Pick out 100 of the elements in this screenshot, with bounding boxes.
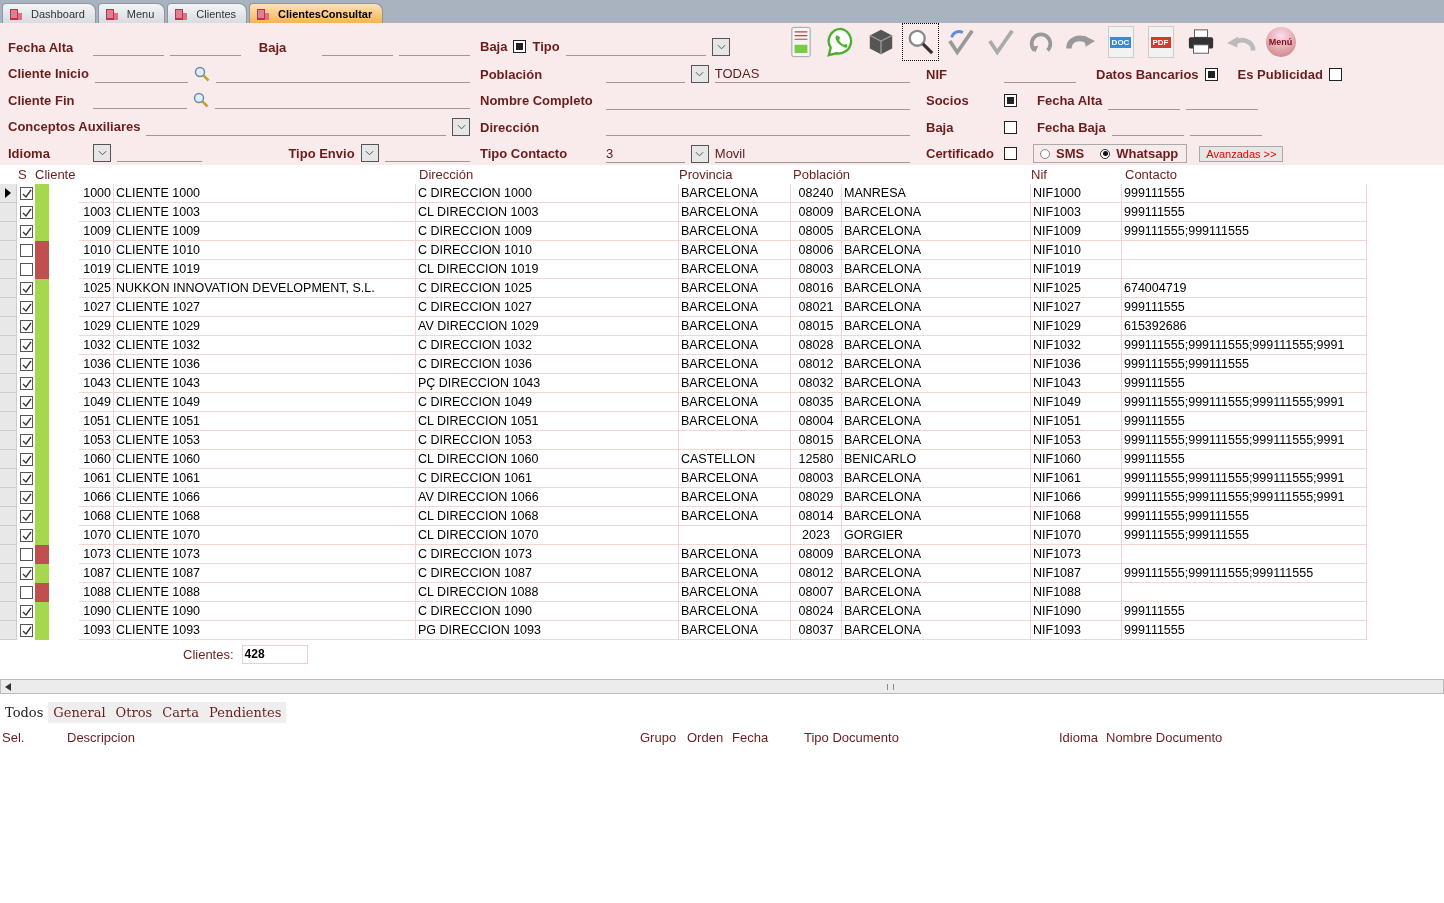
input-field[interactable]: 3	[606, 144, 685, 163]
checkbox[interactable]	[20, 244, 33, 257]
document-tab[interactable]: Menu	[97, 3, 166, 23]
checkbox[interactable]	[20, 320, 33, 333]
column-header[interactable]: Descripcion	[67, 730, 135, 745]
checkbox[interactable]	[20, 301, 33, 314]
column-header[interactable]: Nombre Documento	[1106, 730, 1223, 745]
table-cell: 999111555;999111555;999111555;9991	[1122, 393, 1367, 412]
document-tab[interactable]: Dashboard	[2, 3, 96, 23]
check-icon	[21, 492, 32, 503]
dropdown-button[interactable]	[690, 144, 709, 163]
checkbox[interactable]	[20, 206, 33, 219]
document-tab[interactable]: Clientes	[167, 3, 248, 23]
checkbox[interactable]	[1004, 94, 1017, 108]
table-cell: AV DIRECCION 1029	[416, 317, 679, 336]
checkbox[interactable]	[20, 396, 33, 409]
checkbox[interactable]	[20, 586, 33, 599]
table-cell: 999111555;999111555;999111555;9991	[1122, 431, 1367, 450]
dropdown-button[interactable]	[360, 144, 379, 163]
column-header[interactable]: Sel.	[2, 730, 25, 745]
checkbox[interactable]	[20, 434, 33, 447]
column-header[interactable]: Dirección	[419, 167, 474, 182]
table-cell: 1029	[79, 317, 114, 336]
table-cell: NIF1010	[1031, 241, 1122, 260]
checkbox[interactable]	[1204, 67, 1218, 81]
column-header[interactable]: Orden	[687, 730, 724, 745]
column-header[interactable]: Cliente	[35, 167, 76, 182]
input-field[interactable]: Movil	[714, 144, 910, 163]
table-cell: 08021	[791, 298, 842, 317]
horizontal-scrollbar[interactable]	[0, 679, 1444, 694]
checkbox[interactable]	[20, 529, 33, 542]
input-field[interactable]: TODAS	[714, 65, 910, 84]
check-icon	[21, 188, 32, 199]
checkbox[interactable]	[20, 339, 33, 352]
column-header[interactable]: Grupo	[640, 730, 677, 745]
checkbox[interactable]	[20, 453, 33, 466]
checkbox[interactable]	[20, 358, 33, 371]
filter-tab[interactable]: Otros	[110, 702, 158, 723]
checkbox[interactable]	[20, 415, 33, 428]
table-cell: C DIRECCION 1027	[416, 298, 679, 317]
table-cell: 08029	[791, 488, 842, 507]
table-cell: CLIENTE 1060	[114, 450, 416, 469]
radio-button[interactable]	[1040, 148, 1050, 159]
table-cell: PG DIRECCION 1093	[416, 621, 679, 640]
table-cell: BARCELONA	[679, 621, 791, 640]
checkbox[interactable]	[20, 187, 33, 200]
check-icon	[21, 283, 32, 294]
radio-label[interactable]: SMS	[1056, 146, 1085, 162]
table-cell: NIF1003	[1031, 203, 1122, 222]
checkbox[interactable]	[513, 40, 527, 53]
column-header[interactable]: Población	[793, 167, 851, 182]
table-cell: NIF1073	[1031, 545, 1122, 564]
dropdown-button[interactable]	[452, 117, 470, 136]
table-cell: 1093	[79, 621, 114, 640]
checkbox[interactable]	[20, 377, 33, 390]
table-cell: 1087	[79, 564, 114, 583]
document-tab[interactable]: ClientesConsultar	[249, 3, 384, 23]
table-cell: NIF1088	[1031, 583, 1122, 602]
dropdown-button[interactable]	[690, 65, 709, 84]
filter-tab[interactable]: General	[48, 702, 111, 723]
column-header[interactable]: Tipo Documento	[804, 730, 899, 745]
advanced-button[interactable]: Avanzadas >>	[1199, 145, 1284, 162]
filter-tab[interactable]: Pendientes	[204, 702, 287, 723]
record-selector[interactable]	[0, 184, 17, 203]
column-header[interactable]: Fecha	[732, 730, 769, 745]
checkbox[interactable]	[20, 472, 33, 485]
filter-tab[interactable]: Carta	[157, 702, 205, 723]
checkbox[interactable]	[20, 548, 33, 561]
table-cell: NIF1093	[1031, 621, 1122, 640]
column-header[interactable]: Idioma	[1059, 730, 1099, 745]
dropdown-button[interactable]	[712, 37, 730, 56]
checkbox[interactable]	[1004, 120, 1017, 134]
checkbox[interactable]	[20, 263, 33, 276]
table-cell: 08004	[791, 412, 842, 431]
radio-button[interactable]	[1100, 148, 1111, 159]
column-header[interactable]: Provincia	[679, 167, 733, 182]
checkbox[interactable]	[20, 510, 33, 523]
check-icon	[21, 473, 32, 484]
checkbox[interactable]	[20, 605, 33, 618]
radio-label[interactable]: Whatsapp	[1116, 146, 1179, 162]
checkbox[interactable]	[1004, 147, 1017, 161]
search-icon[interactable]	[902, 23, 939, 61]
checkbox[interactable]	[1328, 67, 1342, 81]
table-cell: BARCELONA	[679, 298, 791, 317]
table-cell: 08009	[791, 203, 842, 222]
dropdown-button[interactable]	[93, 144, 111, 163]
checkbox[interactable]	[20, 567, 33, 580]
table-cell: 08012	[791, 355, 842, 374]
count-field: 428	[241, 644, 308, 664]
column-header[interactable]: Contacto	[1125, 167, 1178, 182]
table-cell: 08032	[791, 374, 842, 393]
checkbox[interactable]	[20, 491, 33, 504]
column-header[interactable]: S	[18, 167, 27, 182]
table-cell: C DIRECCION 1010	[416, 241, 679, 260]
column-header[interactable]: Nif	[1031, 167, 1047, 182]
table-cell: CLIENTE 1032	[114, 336, 416, 355]
checkbox[interactable]	[20, 624, 33, 637]
checkbox[interactable]	[20, 282, 33, 295]
left-arrow-icon[interactable]	[5, 682, 11, 691]
checkbox[interactable]	[20, 225, 33, 238]
